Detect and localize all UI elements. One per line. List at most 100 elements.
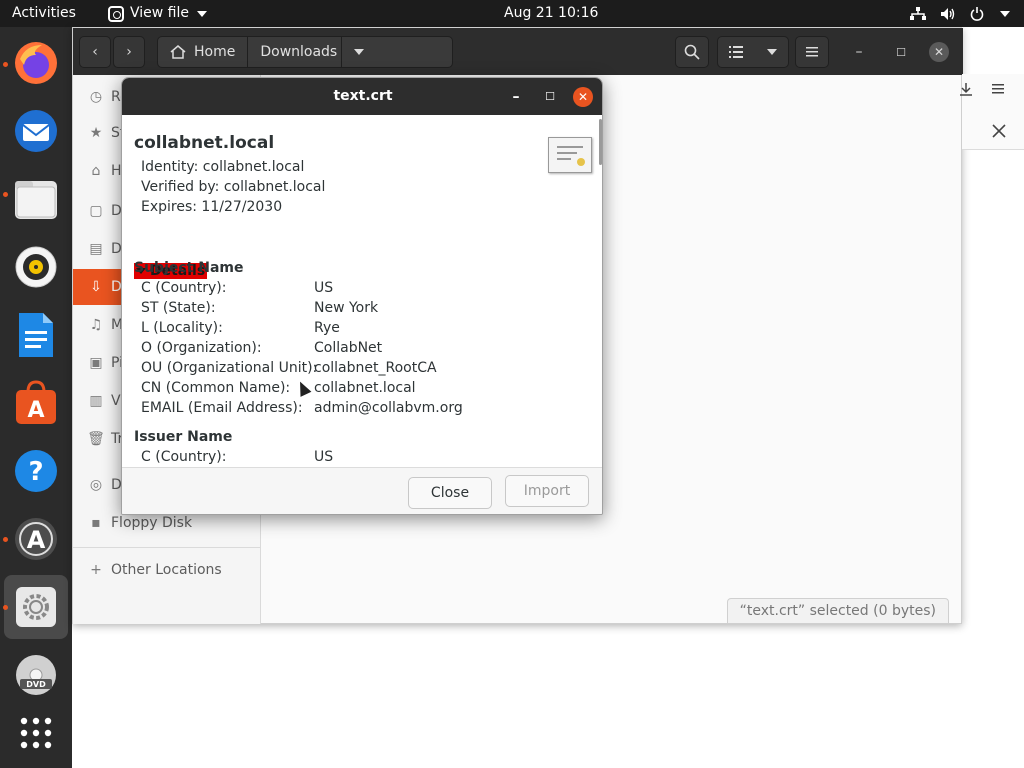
issuer-key: C (Country): xyxy=(141,449,227,465)
close-button[interactable]: Close xyxy=(408,477,492,509)
subject-value: CollabNet xyxy=(314,340,383,356)
network-icon xyxy=(910,6,926,20)
chevron-down-icon xyxy=(1000,10,1010,17)
close-icon[interactable] xyxy=(992,124,1006,138)
document-icon: ▤ xyxy=(89,241,103,257)
help-icon[interactable]: ? xyxy=(10,445,62,497)
path-home[interactable]: Home xyxy=(158,37,249,67)
sidebar-item-other-locations[interactable]: + Other Locations xyxy=(73,552,261,588)
subject-key: C (Country): xyxy=(141,280,227,296)
dialog-footer: Close Import xyxy=(122,467,602,514)
floppy-icon: ▪ xyxy=(91,515,101,531)
app-menu[interactable]: View file xyxy=(108,0,207,27)
chevron-down-icon xyxy=(767,49,777,55)
star-icon: ★ xyxy=(89,125,103,141)
expires-text: Expires: 11/27/2030 xyxy=(141,199,283,215)
dialog-maximize-button[interactable]: ☐ xyxy=(540,87,560,107)
rhythmbox-icon[interactable] xyxy=(10,241,62,293)
dialog-close-button[interactable]: ✕ xyxy=(573,87,593,107)
sidebar-divider xyxy=(73,547,261,548)
download-icon: ⇩ xyxy=(90,279,102,295)
back-button[interactable]: ‹ xyxy=(79,36,111,68)
subject-value: Rye xyxy=(314,320,340,336)
thunderbird-icon[interactable] xyxy=(10,105,62,157)
view-toggle-button[interactable] xyxy=(717,36,789,68)
sidebar-item-label: Floppy Disk xyxy=(111,515,193,531)
app-menu-label: View file xyxy=(130,5,189,21)
subject-key: L (Locality): xyxy=(141,320,223,336)
software-updater-icon[interactable]: A xyxy=(10,513,62,565)
firefox-icon[interactable] xyxy=(10,37,62,89)
svg-text:?: ? xyxy=(28,457,43,487)
path-bar: Home Downloads xyxy=(157,36,453,68)
close-icon: ✕ xyxy=(933,45,945,59)
running-indicator xyxy=(3,62,8,67)
running-indicator xyxy=(3,605,8,610)
running-indicator xyxy=(3,537,8,542)
close-button[interactable]: ✕ xyxy=(929,42,949,62)
svg-text:DVD: DVD xyxy=(26,680,46,689)
ubuntu-software-icon[interactable]: A xyxy=(10,377,62,429)
subject-value: admin@collabvm.org xyxy=(314,400,463,416)
show-apps-icon[interactable] xyxy=(10,707,62,759)
disc-icon: ◎ xyxy=(89,477,103,493)
forward-button[interactable]: › xyxy=(113,36,145,68)
chevron-down-icon xyxy=(197,10,207,17)
import-button[interactable]: Import xyxy=(505,475,589,507)
home-icon xyxy=(170,45,186,59)
clock[interactable]: Aug 21 10:16 xyxy=(504,0,598,27)
subject-value: collabnet_RootCA xyxy=(314,360,437,376)
subject-heading: Subject Name xyxy=(134,260,244,276)
chevron-left-icon: ‹ xyxy=(92,44,98,60)
dialog-minimize-button[interactable]: – xyxy=(506,87,526,107)
minimize-icon: – xyxy=(512,89,520,105)
path-downloads-label: Downloads xyxy=(260,44,338,60)
path-home-label: Home xyxy=(194,44,236,60)
maximize-icon: ☐ xyxy=(545,90,555,103)
subject-key: CN (Common Name): xyxy=(141,380,291,396)
dock: A ? A DVD xyxy=(0,27,72,768)
dvd-icon[interactable]: DVD xyxy=(10,649,62,701)
search-icon xyxy=(684,44,700,60)
certificate-dialog: text.crt – ☐ ✕ collabnet.local Identity:… xyxy=(121,77,603,515)
path-menu-button[interactable] xyxy=(341,37,374,67)
video-icon: ▥ xyxy=(89,393,103,409)
background-window-fragment xyxy=(960,74,1024,150)
clock-icon: ◷ xyxy=(89,89,103,105)
running-indicator xyxy=(3,192,8,197)
subject-value: New York xyxy=(314,300,379,316)
close-icon: ✕ xyxy=(577,90,589,104)
trash-icon: 🗑 xyxy=(87,431,105,447)
hamburger-icon[interactable] xyxy=(992,84,1004,94)
sidebar-item-label: Other Locations xyxy=(111,562,222,578)
music-icon: ♫ xyxy=(89,317,103,333)
settings-icon[interactable] xyxy=(10,581,62,633)
files-icon[interactable] xyxy=(10,173,62,225)
svg-text:A: A xyxy=(27,526,46,554)
subject-value: US xyxy=(314,280,334,296)
search-button[interactable] xyxy=(675,36,709,68)
path-downloads[interactable]: Downloads xyxy=(248,37,341,67)
download-icon[interactable] xyxy=(958,82,974,98)
hamburger-icon xyxy=(806,47,818,57)
minimize-button[interactable]: – xyxy=(847,36,871,68)
activities-button[interactable]: Activities xyxy=(12,0,76,27)
scrollbar[interactable] xyxy=(599,119,602,165)
system-tray[interactable] xyxy=(910,0,1010,27)
status-bar: “text.crt” selected (0 bytes) xyxy=(726,598,949,623)
plus-icon: + xyxy=(90,562,102,578)
menu-button[interactable] xyxy=(795,36,829,68)
dialog-title: text.crt xyxy=(333,88,393,104)
issuer-heading: Issuer Name xyxy=(134,429,233,445)
chevron-right-icon: › xyxy=(126,44,132,60)
certificate-name: collabnet.local xyxy=(134,133,275,153)
minimize-icon: – xyxy=(855,44,863,60)
files-headerbar: ‹ › Home Downloads – ☐ ✕ xyxy=(73,28,963,75)
certificate-icon xyxy=(548,137,592,173)
home-icon: ⌂ xyxy=(91,163,101,179)
libreoffice-writer-icon[interactable] xyxy=(10,309,62,361)
maximize-button[interactable]: ☐ xyxy=(889,36,913,68)
dialog-content[interactable]: collabnet.local Identity: collabnet.loca… xyxy=(122,115,602,467)
power-icon xyxy=(970,6,984,21)
subject-key: EMAIL (Email Address): xyxy=(141,400,303,416)
